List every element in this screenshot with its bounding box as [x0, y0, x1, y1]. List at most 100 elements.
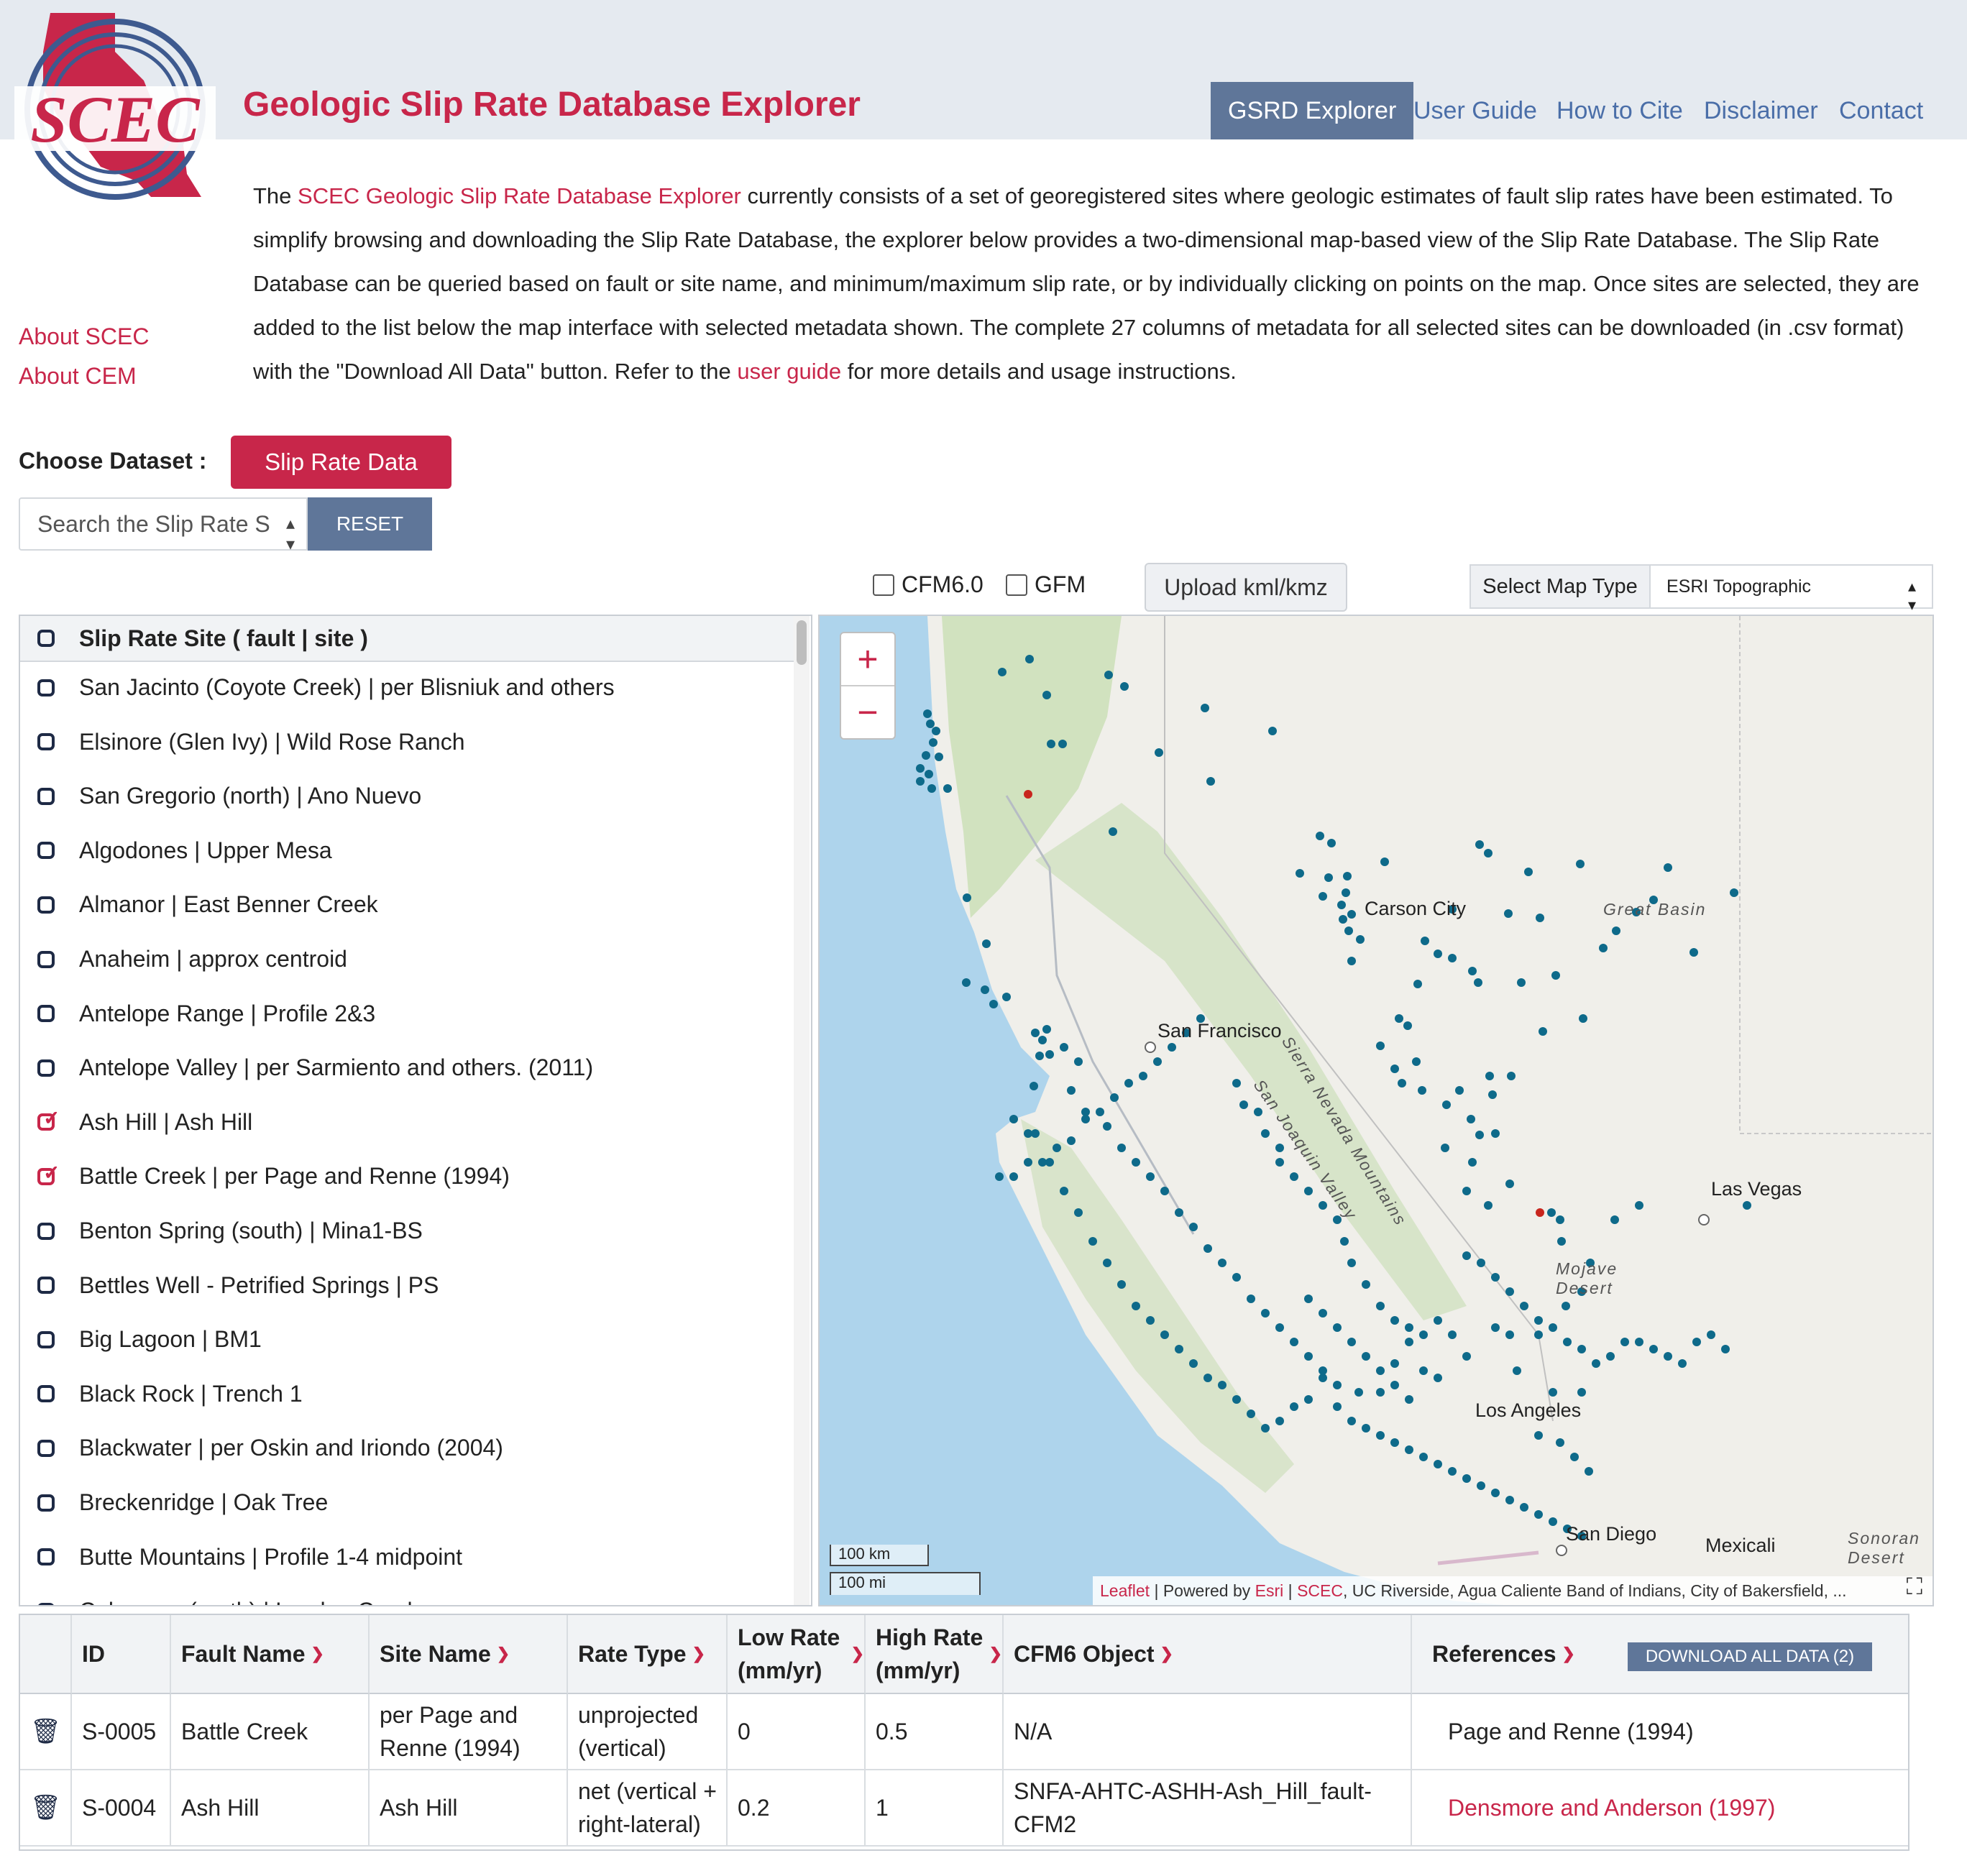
site-marker[interactable]	[1649, 1345, 1658, 1353]
site-marker[interactable]	[1333, 1381, 1342, 1389]
explorer-link[interactable]: SCEC Geologic Slip Rate Database Explore…	[298, 183, 741, 208]
site-marker[interactable]	[1096, 1108, 1104, 1116]
table-header-fault[interactable]: Fault Name ❯	[171, 1615, 370, 1694]
site-marker[interactable]	[1442, 1100, 1451, 1109]
site-marker[interactable]	[981, 985, 989, 994]
trash-icon[interactable]: 🗑	[30, 1791, 61, 1824]
scec-link[interactable]: SCEC	[1297, 1581, 1343, 1601]
site-marker[interactable]	[1635, 1338, 1643, 1346]
site-marker[interactable]	[1189, 1223, 1198, 1231]
site-marker[interactable]	[1002, 993, 1011, 1001]
site-marker[interactable]	[1275, 1323, 1284, 1332]
site-marker[interactable]	[1290, 1402, 1298, 1411]
site-marker[interactable]	[1009, 1115, 1018, 1123]
site-marker[interactable]	[962, 978, 971, 987]
site-marker[interactable]	[1707, 1330, 1715, 1339]
site-marker[interactable]	[1477, 1481, 1485, 1490]
site-marker[interactable]	[1468, 1158, 1477, 1167]
list-scrollbar[interactable]	[794, 616, 810, 1605]
site-marker[interactable]	[1319, 1201, 1327, 1210]
nav-user-guide[interactable]: User Guide	[1413, 82, 1537, 139]
site-marker[interactable]	[1362, 1352, 1370, 1361]
site-marker[interactable]	[1344, 926, 1353, 935]
site-checkbox[interactable]	[37, 842, 55, 860]
site-marker[interactable]	[1730, 888, 1738, 897]
site-marker[interactable]	[1275, 1144, 1284, 1152]
site-marker[interactable]	[1491, 1129, 1500, 1138]
site-marker[interactable]	[1038, 1036, 1047, 1044]
site-marker[interactable]	[1153, 1057, 1162, 1066]
about-cem-link[interactable]: About CEM	[19, 363, 137, 390]
upload-kml-button[interactable]: Upload kml/kmz	[1145, 563, 1347, 612]
select-all-checkbox[interactable]	[37, 630, 55, 647]
site-list-item[interactable]: Big Lagoon | BM1	[20, 1312, 797, 1366]
site-marker[interactable]	[1304, 1295, 1313, 1303]
site-marker[interactable]	[1025, 655, 1034, 663]
site-marker[interactable]	[1060, 1187, 1068, 1195]
site-marker[interactable]	[1343, 872, 1352, 880]
site-marker[interactable]	[1103, 1259, 1111, 1267]
site-marker[interactable]	[1692, 1338, 1701, 1346]
esri-link[interactable]: Esri	[1255, 1581, 1284, 1601]
site-marker[interactable]	[935, 753, 943, 761]
site-list-item[interactable]: Antelope Valley | per Sarmiento and othe…	[20, 1041, 797, 1095]
map-view[interactable]: San Francisco Carson City Las Vegas Los …	[818, 615, 1934, 1606]
site-marker[interactable]	[1534, 1316, 1543, 1325]
trash-icon[interactable]: 🗑	[30, 1715, 61, 1748]
site-marker[interactable]	[1551, 971, 1560, 980]
site-marker[interactable]	[1635, 1201, 1643, 1210]
site-marker[interactable]	[1390, 1438, 1399, 1447]
site-checkbox[interactable]	[37, 679, 55, 696]
site-marker[interactable]	[1009, 1172, 1018, 1181]
site-marker[interactable]	[1405, 1395, 1413, 1404]
site-checkbox[interactable]	[37, 733, 55, 751]
site-marker[interactable]	[1356, 935, 1365, 944]
site-marker[interactable]	[1376, 1388, 1385, 1397]
site-marker[interactable]	[1405, 1445, 1413, 1454]
site-marker[interactable]	[1505, 1180, 1514, 1188]
site-marker[interactable]	[1347, 1338, 1356, 1346]
site-marker[interactable]	[1109, 827, 1117, 836]
site-marker[interactable]	[982, 939, 991, 948]
site-marker[interactable]	[1484, 1201, 1493, 1210]
site-marker[interactable]	[1395, 1014, 1403, 1023]
site-marker[interactable]	[1268, 727, 1277, 735]
search-select[interactable]: Search the Slip Rate S ▴ ▾	[19, 497, 308, 554]
site-marker[interactable]	[1319, 1366, 1327, 1375]
site-marker[interactable]	[1247, 1410, 1255, 1418]
site-marker[interactable]	[1035, 1052, 1044, 1060]
site-marker[interactable]	[1103, 1122, 1111, 1131]
site-marker[interactable]	[1239, 1100, 1248, 1109]
site-marker[interactable]	[1419, 1366, 1428, 1375]
about-scec-link[interactable]: About SCEC	[19, 323, 149, 350]
site-marker[interactable]	[1556, 1215, 1564, 1224]
site-marker[interactable]	[989, 1000, 998, 1008]
site-marker[interactable]	[1376, 1431, 1385, 1440]
site-marker[interactable]	[1275, 1158, 1284, 1167]
site-marker[interactable]	[1421, 937, 1429, 945]
site-marker[interactable]	[1333, 1402, 1342, 1411]
site-list-item[interactable]: Blackwater | per Oskin and Iriondo (2004…	[20, 1421, 797, 1475]
site-marker[interactable]	[1570, 1453, 1579, 1461]
site-marker[interactable]	[1557, 1237, 1566, 1246]
site-marker[interactable]	[1104, 671, 1113, 679]
site-marker[interactable]	[1612, 926, 1620, 935]
download-all-data-button[interactable]: DOWNLOAD ALL DATA (2)	[1628, 1642, 1872, 1671]
site-marker[interactable]	[1434, 1316, 1442, 1325]
site-marker[interactable]	[1549, 1323, 1557, 1332]
user-guide-link[interactable]: user guide	[737, 359, 841, 384]
site-marker[interactable]	[1592, 1359, 1600, 1368]
site-list-item[interactable]: Black Rock | Trench 1	[20, 1367, 797, 1421]
site-marker[interactable]	[1721, 1345, 1730, 1353]
table-header-site[interactable]: Site Name ❯	[370, 1615, 568, 1694]
site-checkbox[interactable]	[37, 1106, 60, 1131]
site-marker[interactable]	[1110, 1093, 1119, 1102]
scec-logo[interactable]: SCEC	[14, 9, 216, 210]
site-marker[interactable]	[1206, 777, 1215, 786]
site-marker[interactable]	[1139, 1072, 1147, 1080]
site-marker[interactable]	[1475, 1131, 1484, 1139]
site-checkbox[interactable]	[37, 1059, 55, 1077]
site-marker[interactable]	[1168, 1043, 1176, 1052]
site-marker[interactable]	[1261, 1424, 1270, 1433]
site-marker[interactable]	[1340, 1237, 1349, 1246]
